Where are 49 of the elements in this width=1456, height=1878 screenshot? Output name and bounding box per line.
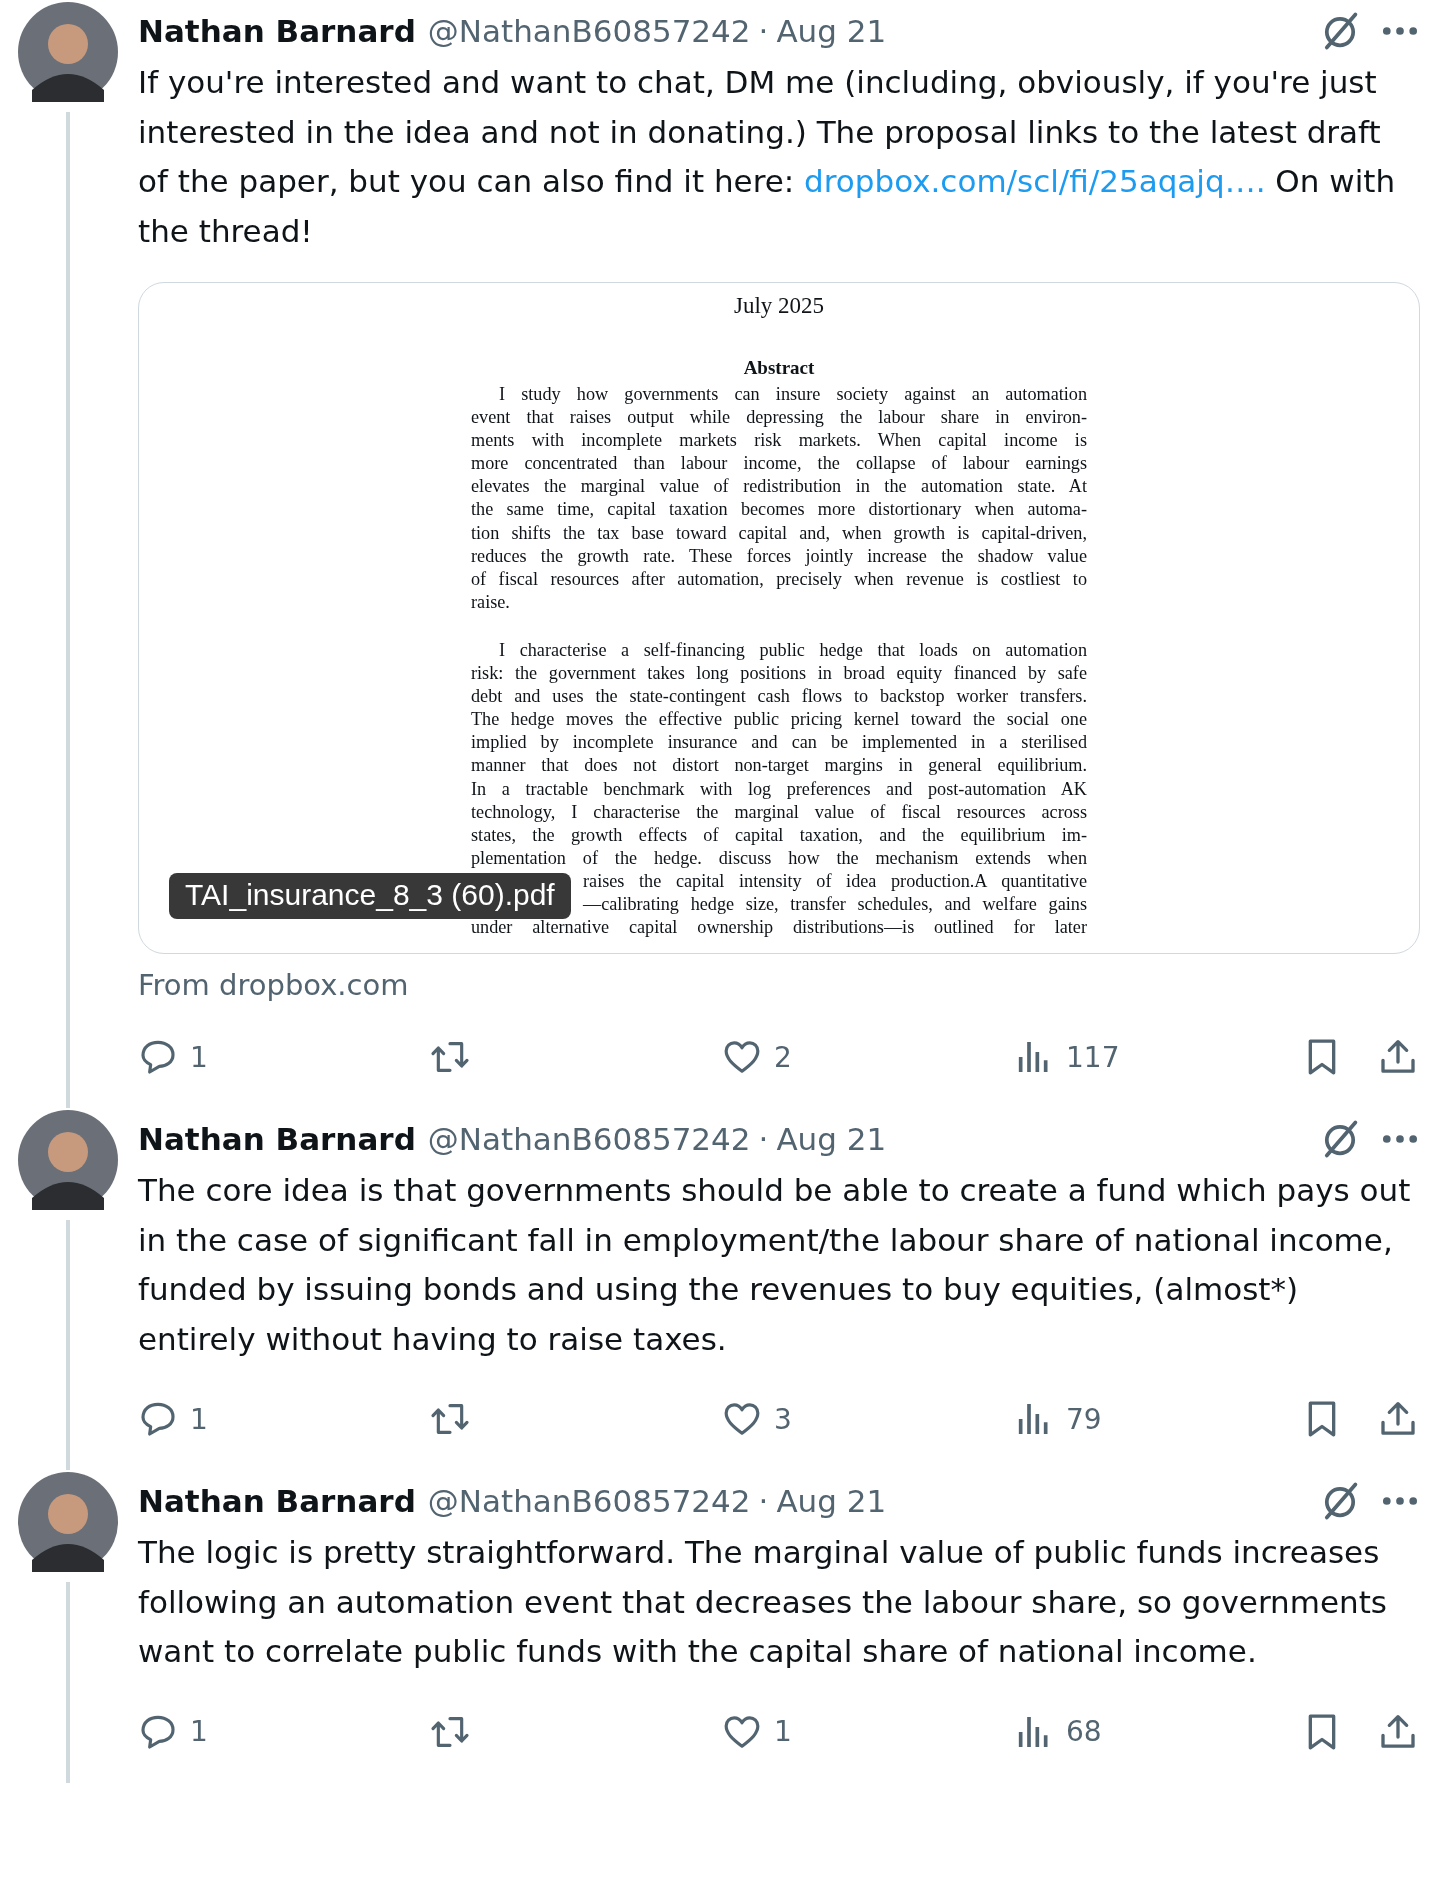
author-name[interactable]: Nathan Barnard [138,1483,416,1519]
avatar[interactable] [18,1110,118,1210]
document-line: under alternative capital ownership distributions—is outlined for later [471,916,1087,940]
views-button[interactable]: 79 [1014,1399,1102,1439]
views-button[interactable]: 117 [1014,1037,1120,1077]
document-line: technology, I characterise the marginal value of fiscal resources across [471,800,1087,824]
document-line: debt and uses the state-contingent cash flows to backstop worker transfers. [471,685,1087,709]
more-icon[interactable] [1382,1496,1418,1506]
like-button[interactable]: 1 [722,1711,1014,1752]
separator: · [758,1121,769,1157]
reply-button[interactable]: 1 [138,1711,430,1752]
more-icon[interactable] [1382,1134,1418,1144]
author-handle[interactable]: @NathanB60857242 [427,1121,751,1157]
author-handle[interactable]: @NathanB60857242 [427,1483,751,1519]
avatar[interactable] [18,1472,118,1572]
separator: · [758,1483,769,1519]
avatar[interactable] [18,2,118,102]
document-line: —calibrating hedge size, transfer schedules, and welfare gains [583,892,1087,916]
file-name-label: TAI_insurance_8_3 (60).pdf [169,873,571,919]
reply-button[interactable]: 1 [138,1399,430,1439]
like-button[interactable]: 2 [722,1037,1014,1077]
author-handle[interactable]: @NathanB60857242 [427,13,751,49]
document-line: I characterise a self-financing public hedge that loads on automation [498,638,1087,662]
author-name[interactable]: Nathan Barnard [138,1121,416,1157]
source-text: From dropbox.com [138,968,410,1002]
document-paragraph: I study how governments can insure society against an automation event that raises output while depressing the labour share in environ- ments with incomplete markets risk markets. When capital income is more concentrated than labour income, the collapse of labour earnings elevates the marginal value of redistribution in the automation state. At the same time, capital taxation becomes more distortionary when automa- tion shifts the tax base toward capital and, when growth is capital-driven, reduces the growth rate. These forces jointly increase the shadow value of fiscal resources after automation, precisely when revenue is costliest to raise. [471,383,1087,614]
document-heading: Abstract [743,357,815,379]
document-line: The hedge moves the effective public pricing kernel toward the social one [471,708,1087,732]
separator: · [758,13,769,49]
reply-button[interactable]: 1 [138,1037,430,1077]
post-date[interactable]: Aug 21 [776,1483,887,1519]
document-line: manner that does not distort non-target margins in general equilibrium. [471,754,1087,778]
document-line: implied by incomplete insurance and can be implemented in a sterilised [471,731,1087,755]
post-date[interactable]: Aug 21 [776,1121,887,1157]
more-icon[interactable] [1382,26,1418,36]
document-line: In a tractable benchmark with log preferences and post-automation AK [471,777,1087,801]
views-button[interactable]: 68 [1014,1711,1102,1752]
document-line: risk: the government takes long positions in broad equity financed by safe [471,662,1087,686]
like-button[interactable]: 3 [722,1399,1014,1439]
document-line: plementation of the hedge. discuss how the mechanism extends when [471,846,1087,870]
tweet-text: The logic is pretty straightforward. The marginal value of public funds increases following an automation event that decreases the labour share, so governments want to correlate public funds with the capital share of national income. [138,1533,1388,1671]
document-line: states, the growth effects of capital taxation, and the equilibrium im- [471,823,1087,847]
document-date: July 2025 [733,293,825,319]
document-preview[interactable] [138,282,1420,954]
document-line: raises the capital intensity of idea production.A quantitative [583,869,1087,893]
author-name[interactable]: Nathan Barnard [138,13,416,49]
post-date[interactable]: Aug 21 [776,13,887,49]
tweet-text: The core idea is that governments should be able to create a fund which pays out in the case of significant fall in employment/the labour share of national income, funded by issuing bonds and using the revenues to buy equities, (almost*) entirely without having to raise taxes. [138,1171,1412,1359]
tweet-text: If you're interested and want to chat, DM me (including, obviously, if you're just interested in the idea and not in donating.) The proposal links to the latest draft of the paper, but you can also find it here: dropbox.com/scl/fi/25aqajq…. On with the thread! [138,63,1397,251]
